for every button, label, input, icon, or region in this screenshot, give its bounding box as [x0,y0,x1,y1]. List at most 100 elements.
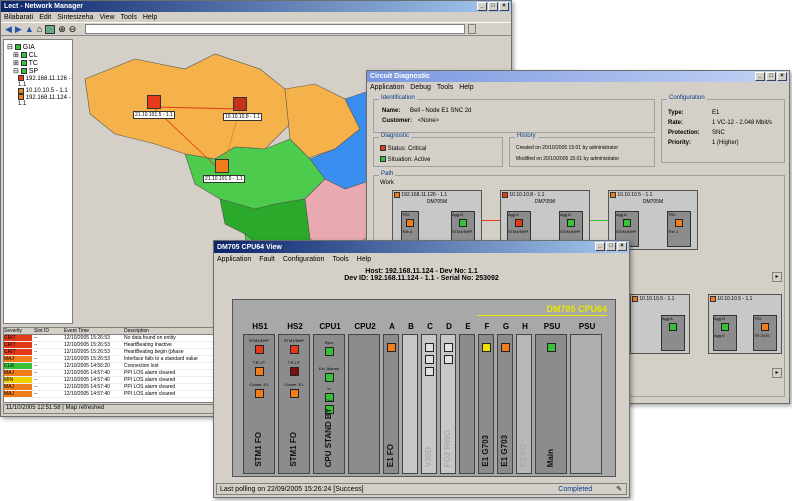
menu-item[interactable]: Application [217,256,251,263]
log-row[interactable]: MAJ -- 12/10/2005 14:57:40 PPI LOS alarm cl… [4,370,232,377]
severity-badge: MAJ [4,370,32,376]
log-row[interactable]: CRIT -- 12/10/2005 15:26:53 HeartBeating be… [4,349,232,356]
path-card[interactable]: TR2 TR 2470 [753,315,777,351]
chassis-slot[interactable] [459,334,475,474]
chassis: DM705 CPU64 HS1 HS2 CPU1 CPU2 A B C D E F G H PSU PSU… [232,299,616,477]
chassis-slot[interactable] [402,334,418,474]
slot-header-label: HS1 [252,322,268,331]
event-description: Interface fails to a standard value [124,356,198,362]
location-select[interactable] [85,24,466,34]
event-description: HeartBeating begin (phase [124,349,184,355]
map-node[interactable] [147,95,161,109]
log-row[interactable]: MAJ -- 12/10/2005 15:26:53 Interface fails … [4,356,232,363]
menu-item[interactable]: Application [370,84,404,91]
window-title: DM705 CPU64 View [217,243,282,251]
slot-label: Main [546,448,555,467]
forward-icon[interactable]: ▶ [15,24,22,35]
menu-item[interactable]: Tools [121,14,137,21]
tree-item[interactable]: 192.168.11.124 - 1.1 [18,94,72,107]
log-row[interactable]: CRIT -- 12/10/2005 15:26:53 No data found o… [4,335,232,342]
minimize-button[interactable]: _ [755,72,765,81]
menu-item[interactable]: Tools [332,256,348,263]
chassis-slot[interactable] [348,334,380,474]
tree-item-root[interactable]: ⊟ GIA [7,43,72,51]
menu-item[interactable]: Fault [259,256,275,263]
menu-item[interactable]: Debug [410,84,431,91]
log-row[interactable]: MAJ -- 12/10/2005 14:57:40 PPI LOS alarm cl… [4,391,232,398]
led-label: Ext. Alarms [318,366,340,371]
close-button[interactable]: × [777,72,787,81]
circuit-titlebar[interactable]: Circuit Diagnostic _ □ × [367,71,789,82]
chassis-slot[interactable]: Sync Ext. Alarms In Out CPU STAND BY [313,334,345,474]
network-manager-titlebar[interactable]: Lect - Network Manager _ □ × [1,1,511,12]
slot-body: STM1/NHP T.R.I.P. Comm. E1 STM1 FO STM1/NHP T… [233,334,617,476]
menu-item[interactable]: Configuration [283,256,325,263]
close-button[interactable]: × [617,242,627,251]
map-node[interactable] [215,159,229,173]
menu-item[interactable]: Help [459,84,473,91]
severity-badge: MAJ [4,384,32,390]
path-card[interactable]: Agg A [661,315,685,351]
home-icon[interactable]: ⌂ [37,24,42,34]
edit-icon[interactable]: ✎ [616,485,622,493]
host-line: Host: 192.168.11.124 - Dev No: 1.1 [365,268,478,275]
map-node-label: 10.10.10.8 - 1.1 [223,113,263,121]
slot-label: E1 G703 [481,435,490,467]
tree-item[interactable]: ⊞ CL [13,51,72,59]
cpu-view-titlebar[interactable]: DM705 CPU64 View _ □ × [214,241,629,253]
menu-item[interactable]: Bilabarati [4,14,33,21]
status-indicator [380,145,386,151]
chassis-slot[interactable]: E1 G703 [478,334,494,474]
maximize-button[interactable]: □ [488,2,498,11]
log-row[interactable]: MAJ -- 12/10/2005 14:57:40 PPI LOS alarm cl… [4,384,232,391]
zoom-in-icon[interactable]: ⊕ [58,24,66,35]
tree-item[interactable]: ⊞ TC [13,59,72,67]
chassis-slot[interactable]: Main [535,334,567,474]
scrollbar-horizontal[interactable]: ▸ [772,368,782,378]
chassis-slot[interactable]: STM1/NHP T.R.I.P. Comm. E1 STM1 FO [243,334,275,474]
maximize-button[interactable]: □ [766,72,776,81]
maximize-button[interactable]: □ [606,242,616,251]
log-row[interactable]: CRIT -- 12/10/2005 15:26:53 HeartBeating In… [4,342,232,349]
back-icon[interactable]: ◀ [5,24,12,35]
close-button[interactable]: × [499,2,509,11]
tree-item[interactable]: 10.10.10.5 - 1.1 [18,87,72,94]
menu-item[interactable]: Sintesizeha [57,14,93,21]
menu-item[interactable]: Help [143,14,157,21]
log-row[interactable]: CLR -- 12/10/2005 14:56:20 Connection lost [4,363,232,370]
slot-header-label: E [465,322,471,331]
led-label: STM1/NHP [248,338,270,343]
menu-item[interactable]: Help [357,256,371,263]
up-icon[interactable]: ▲ [25,24,34,34]
log-row[interactable]: MIN -- 12/10/2005 14:57:40 PPI LOS alarm cl… [4,377,232,384]
chassis-slot[interactable]: E1 FO [383,334,399,474]
chassis-slot[interactable]: V35D [421,334,437,474]
minimize-button[interactable]: _ [477,2,487,11]
tree-item[interactable]: ⊟ SP [13,67,72,75]
path-card[interactable]: Agg B Agg E [713,315,737,351]
path-node[interactable]: 10.10.10.5 - 1.1 Agg A [630,294,690,354]
slot-id: -- [34,384,38,390]
map-node[interactable] [233,97,247,111]
zoom-out-icon[interactable]: ⊖ [69,24,77,35]
chassis-slot[interactable]: E1 G703 [497,334,513,474]
go-button[interactable] [468,24,477,34]
status-led [325,373,334,382]
minimize-button[interactable]: _ [595,242,605,251]
slot-header-label: F [484,322,490,331]
status-led [547,343,556,352]
tree-item[interactable]: 192.168.11.126 - 1.1 [18,75,72,88]
menu-item[interactable]: Tools [437,84,453,91]
path-node[interactable]: 10.10.10.5 - 1.1 Agg B Agg E TR2 TR 2470 [708,294,782,354]
menu-item[interactable]: Edit [39,14,51,21]
chassis-slot[interactable] [570,334,602,474]
path-card[interactable]: TR2 Trib 1 [667,211,691,247]
chassis-slot[interactable]: STM1/NHP T.R.I.P. Comm. E1 STM1 FO [278,334,310,474]
scrollbar-horizontal[interactable]: ▸ [772,272,782,282]
map-icon[interactable] [45,24,56,34]
devid-line: Dev ID: 192.168.11.124 - 1.1 - Serial No… [344,275,499,282]
menu-item[interactable]: View [99,14,114,21]
slot-header-label: H [522,322,528,331]
chassis-slot[interactable]: FO2 RWO [440,334,456,474]
chassis-slot[interactable]: E1 FO [516,334,532,474]
